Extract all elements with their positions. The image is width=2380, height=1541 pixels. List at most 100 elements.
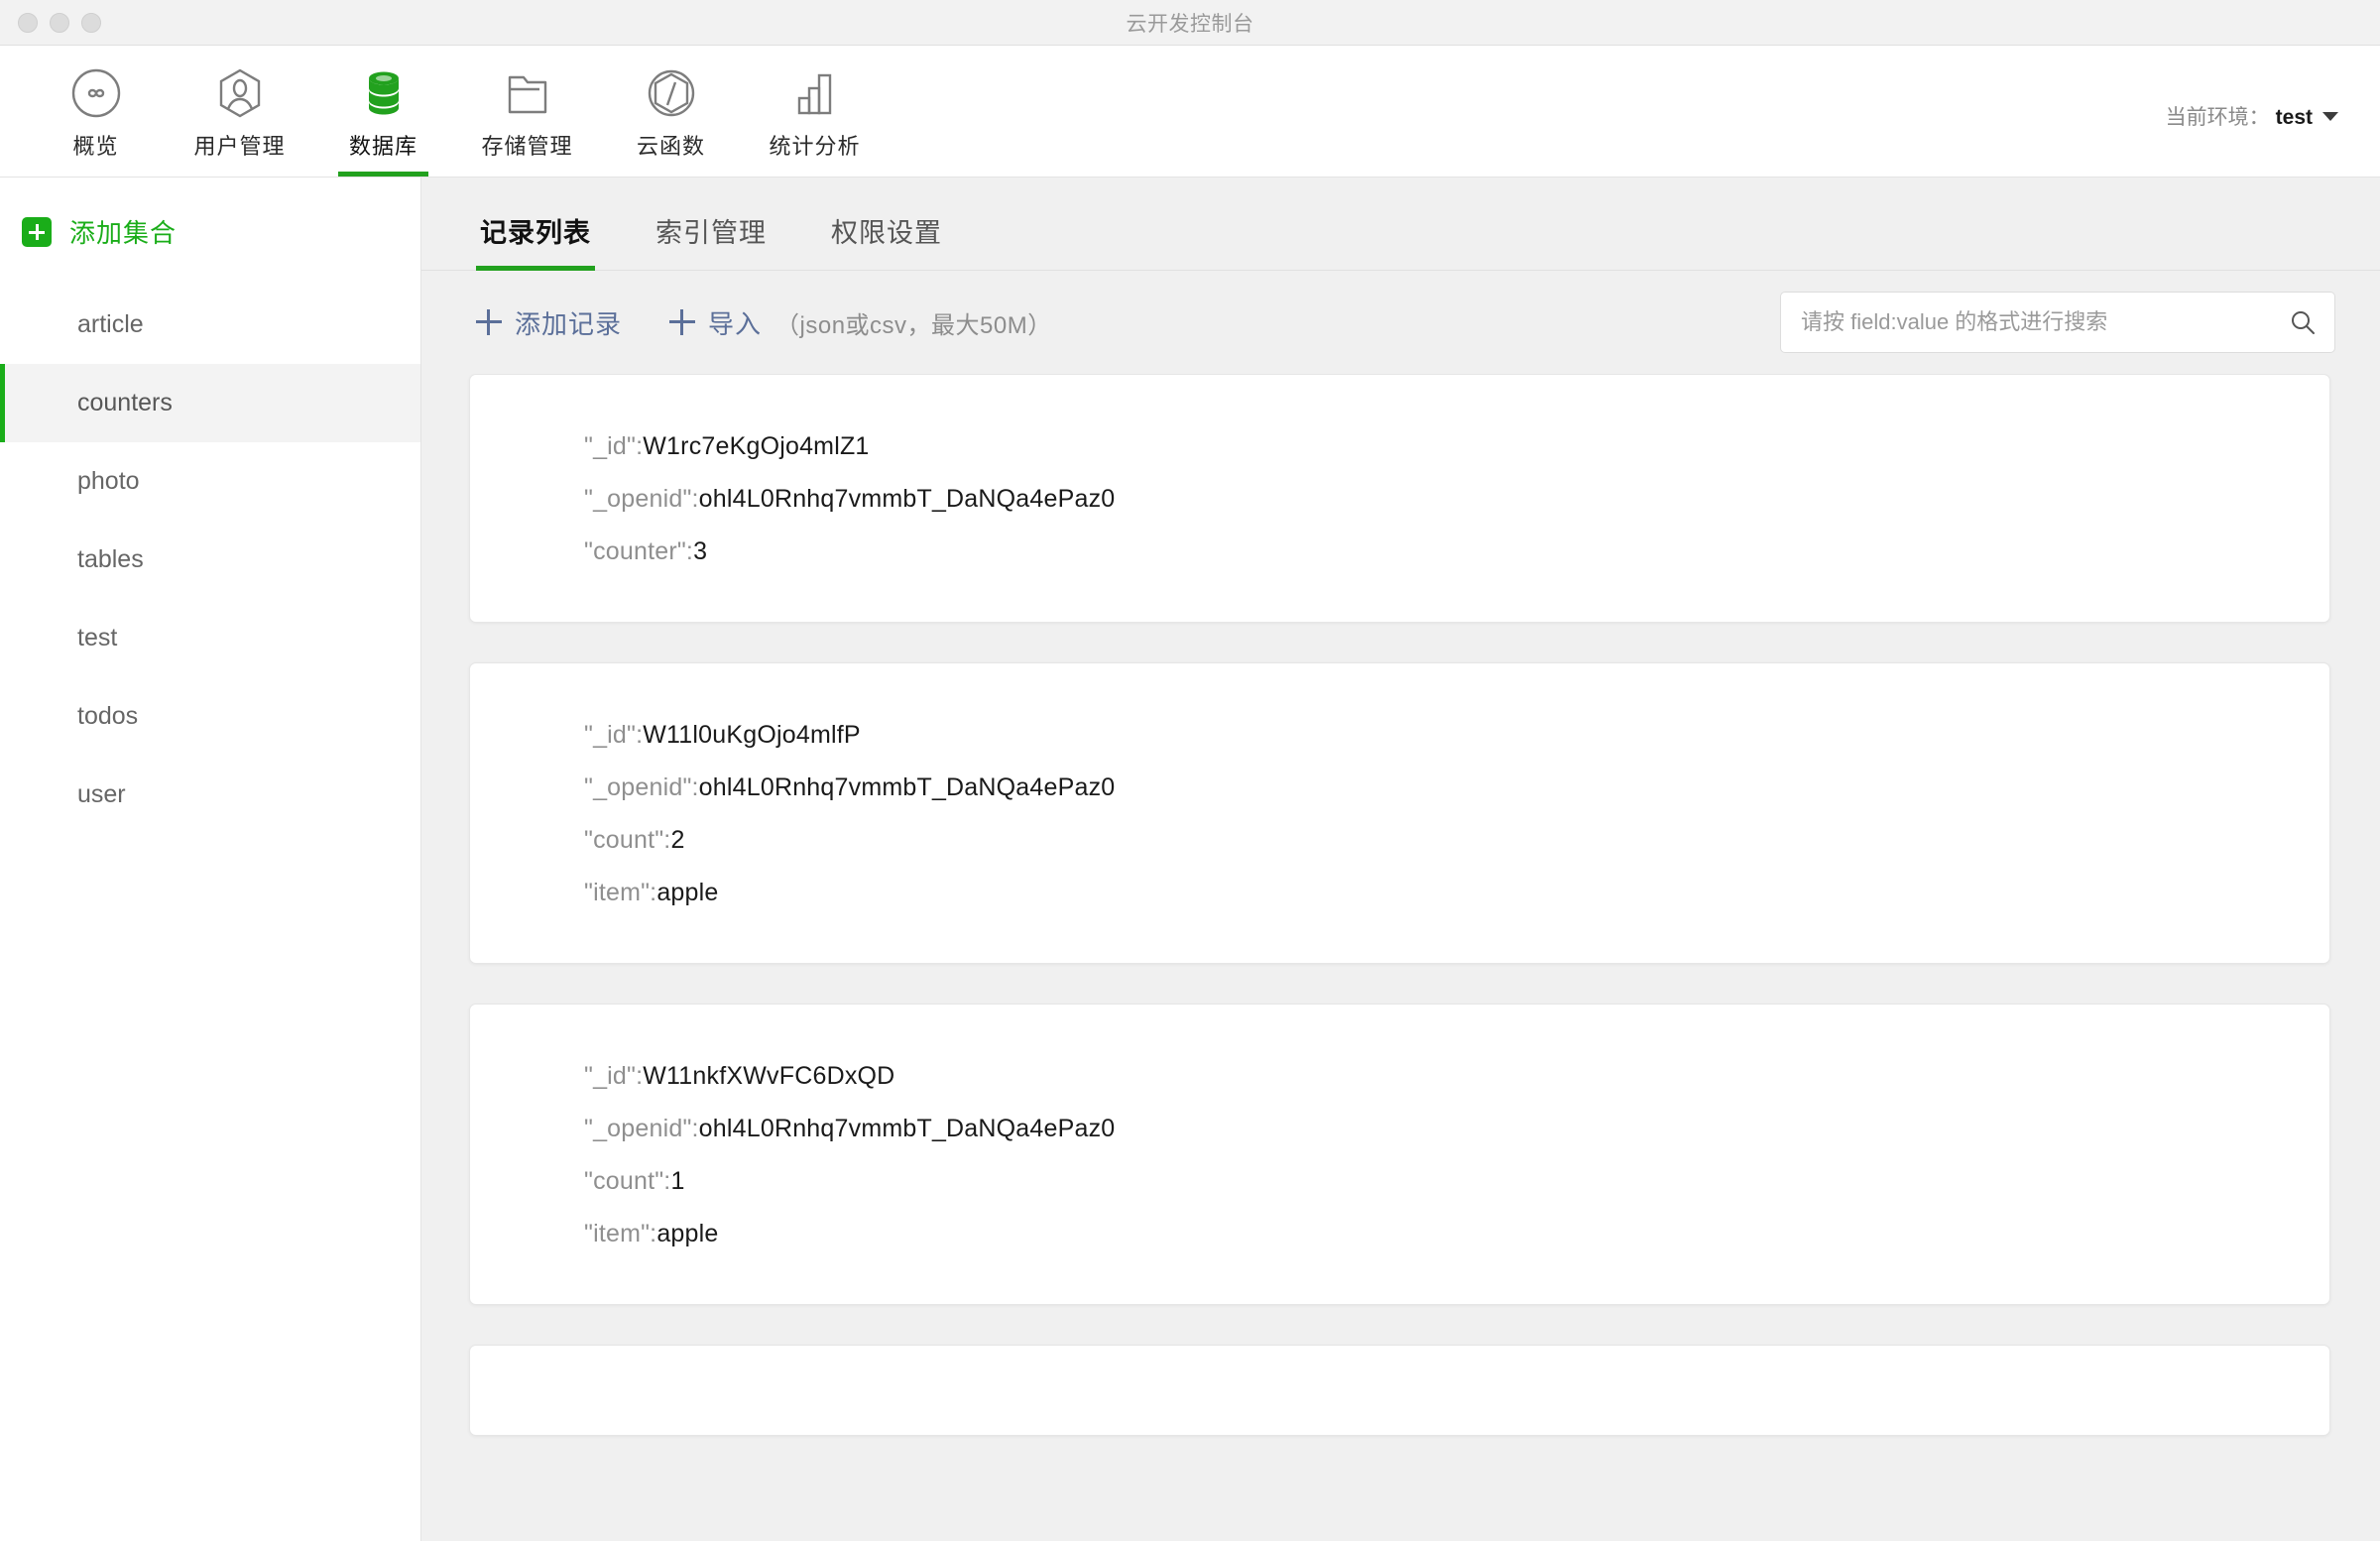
record-field-key: "_openid": [584,1115,699,1142]
nav-label-analytics: 统计分析 [769,134,861,159]
nav-label-overview: 概览 [72,134,119,159]
record-field-value: 2 [670,826,685,854]
record-field: "count":1 [470,1155,2329,1208]
record-card[interactable] [469,1345,2330,1436]
nav-item-database[interactable]: 数据库 [311,46,455,177]
user-hexagon-icon [214,67,266,119]
add-record-button[interactable]: 添加记录 [476,304,622,341]
record-field: "_openid":ohl4L0Rnhq7vmmbT_DaNQa4ePaz0 [470,762,2329,814]
sidebar-item-tables[interactable]: tables [0,521,420,599]
record-field-key: "_id": [584,432,644,460]
window-title: 云开发控制台 [1126,12,1254,36]
cloud-function-icon [646,67,697,119]
collection-name: photo [77,467,140,495]
record-field: "item":apple [470,867,2329,919]
tab-permission-settings[interactable]: 权限设置 [827,211,946,270]
collection-name: user [77,780,126,808]
bar-chart-icon [789,67,841,119]
record-field-value: apple [656,1220,719,1247]
main-content: 记录列表 索引管理 权限设置 添加记录 导入 （json或csv，最大50M） … [421,178,2380,1541]
sidebar-item-user[interactable]: user [0,756,420,834]
import-button[interactable]: 导入 [669,304,762,341]
add-record-label: 添加记录 [515,308,623,339]
nav-item-user-management[interactable]: 用户管理 [168,46,311,177]
record-field-key: "_id": [584,721,644,749]
record-field: "count":2 [470,814,2329,867]
record-field-value: apple [656,879,719,906]
record-field: "_openid":ohl4L0Rnhq7vmmbT_DaNQa4ePaz0 [470,1103,2329,1155]
record-field-key: "_openid": [584,485,699,513]
records-toolbar: 添加记录 导入 （json或csv，最大50M） [421,271,2380,374]
sidebar-item-test[interactable]: test [0,599,420,677]
collection-name: counters [77,389,173,416]
record-field-key: "_openid": [584,773,699,801]
collection-name: tables [77,545,144,573]
record-card[interactable]: "_id":W11l0uKgOjo4mlfP "_openid":ohl4L0R… [469,662,2330,964]
environment-value: test [2275,106,2313,129]
tab-record-list[interactable]: 记录列表 [476,211,595,271]
record-field: "item":apple [470,1208,2329,1260]
folder-icon [502,67,553,119]
sidebar-item-article[interactable]: article [0,286,420,364]
tab-label: 索引管理 [655,218,767,248]
tab-index-management[interactable]: 索引管理 [652,211,771,270]
record-field-key: "item": [584,879,657,906]
sidebar-item-photo[interactable]: photo [0,442,420,521]
search-input[interactable] [1801,309,2289,335]
plus-icon [476,309,502,335]
plus-icon [669,309,696,335]
record-field-key: "count": [584,1167,671,1195]
record-field-value: ohl4L0Rnhq7vmmbT_DaNQa4ePaz0 [698,773,1116,801]
record-field-key: "item": [584,1220,657,1247]
nav-label-cloud-function: 云函数 [636,134,705,159]
nav-label-database: 数据库 [348,134,417,159]
record-field-value: 1 [670,1167,685,1195]
nav-item-storage[interactable]: 存储管理 [455,46,599,177]
tab-label: 权限设置 [831,218,942,248]
record-field: "_openid":ohl4L0Rnhq7vmmbT_DaNQa4ePaz0 [470,473,2329,526]
search-box[interactable] [1780,292,2335,353]
record-field: "_id":W11l0uKgOjo4mlfP [470,709,2329,762]
record-field: "_id":W1rc7eKgOjo4mlZ1 [470,420,2329,473]
collection-name: test [77,624,118,652]
content-tabs: 记录列表 索引管理 权限设置 [421,178,2380,271]
nav-label-user-management: 用户管理 [193,134,286,159]
environment-label: 当前环境： [2165,106,2270,129]
record-field-value: W1rc7eKgOjo4mlZ1 [643,432,870,460]
record-field: "_id":W11nkfXWvFC6DxQD [470,1050,2329,1103]
record-field-value: W11nkfXWvFC6DxQD [643,1062,895,1090]
collection-name: article [77,310,144,338]
collection-name: todos [77,702,139,730]
record-card[interactable]: "_id":W11nkfXWvFC6DxQD "_openid":ohl4L0R… [469,1004,2330,1305]
app-body: 添加集合 article counters photo tables test [0,178,2380,1541]
record-field-key: "_id": [584,1062,644,1090]
record-field-value: 3 [693,537,708,565]
import-hint: （json或csv，最大50M） [775,311,1052,339]
nav-item-cloud-function[interactable]: 云函数 [599,46,743,177]
collection-list: article counters photo tables test todos [0,286,420,834]
record-list: "_id":W1rc7eKgOjo4mlZ1 "_openid":ohl4L0R… [421,374,2380,1541]
infinity-circle-icon [70,67,122,119]
plus-square-icon [22,216,52,247]
add-collection-label: 添加集合 [69,218,178,248]
nav-item-analytics[interactable]: 统计分析 [743,46,887,177]
record-card[interactable]: "_id":W1rc7eKgOjo4mlZ1 "_openid":ohl4L0R… [469,374,2330,623]
record-field-value: ohl4L0Rnhq7vmmbT_DaNQa4ePaz0 [698,1115,1116,1142]
database-icon [358,67,410,119]
search-icon[interactable] [2289,308,2317,336]
environment-selector[interactable]: 当前环境： test [2166,101,2338,131]
nav-active-indicator [338,172,428,177]
chevron-down-icon[interactable] [2322,111,2338,121]
nav-label-storage: 存储管理 [481,134,573,159]
add-collection-button[interactable]: 添加集合 [0,199,420,264]
record-field: "counter":3 [470,526,2329,578]
record-field-key: "counter": [584,537,694,565]
sidebar-item-todos[interactable]: todos [0,677,420,756]
collections-sidebar: 添加集合 article counters photo tables test [0,178,421,1541]
import-label: 导入 [708,308,763,339]
nav-item-overview[interactable]: 概览 [24,46,168,177]
record-field-value: ohl4L0Rnhq7vmmbT_DaNQa4ePaz0 [698,485,1116,513]
app-window: 云开发控制台 概览 用户管理 数据库 存储管理 云函数 统计分析 当前环境： t… [0,0,2380,1541]
tab-label: 记录列表 [480,218,591,248]
sidebar-item-counters[interactable]: counters [0,364,420,442]
